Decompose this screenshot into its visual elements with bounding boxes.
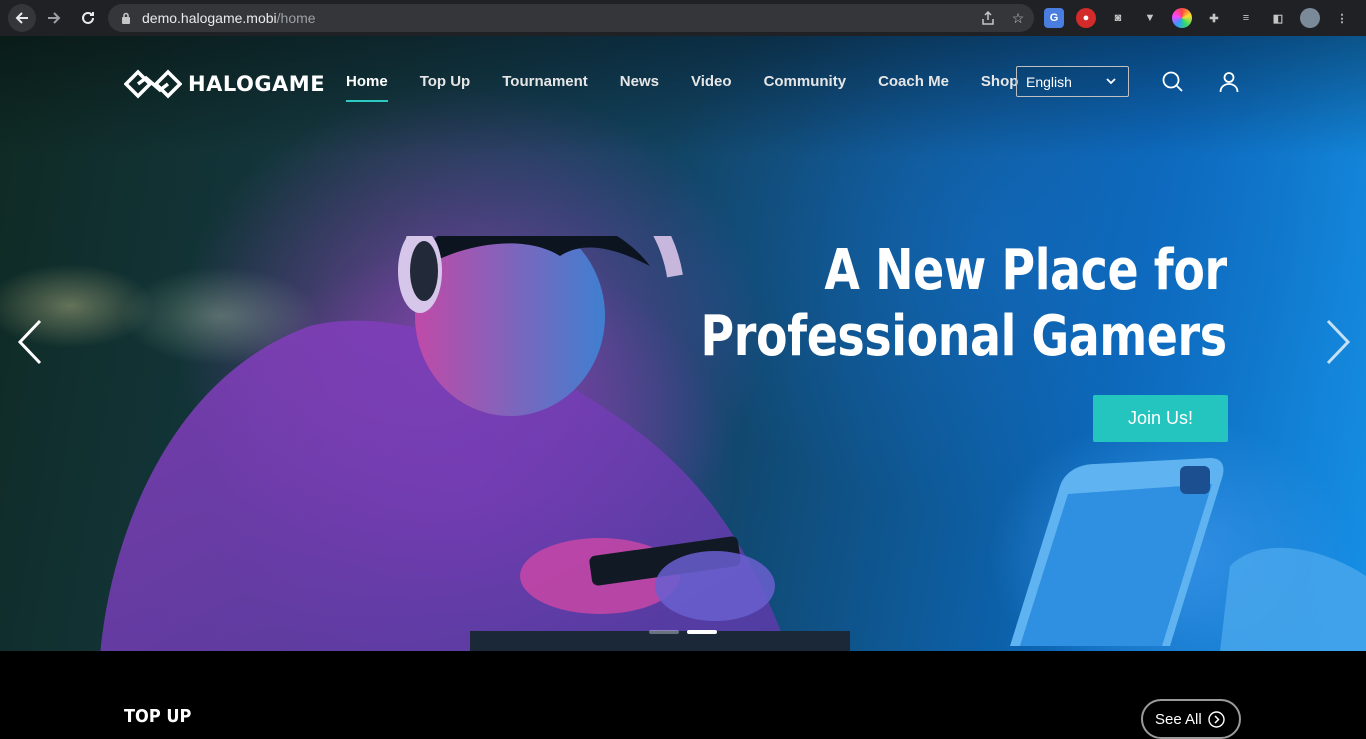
- nav-news[interactable]: News: [604, 72, 675, 102]
- side-panel-icon[interactable]: ◧: [1268, 8, 1288, 28]
- kebab-menu-icon[interactable]: ⋮: [1332, 8, 1352, 28]
- hero-headline-line1: A New Place for: [824, 238, 1228, 303]
- puzzle-icon[interactable]: ✚: [1204, 8, 1224, 28]
- reload-icon[interactable]: [74, 4, 102, 32]
- carousel-dot[interactable]: [649, 630, 679, 634]
- chevron-right-circle-icon: [1208, 710, 1225, 728]
- block-extension-icon[interactable]: ●: [1076, 8, 1096, 28]
- browser-toolbar: demo.halogame.mobi/home ☆ G ● ◙ ▼ ✚ ≡ ◧ …: [0, 0, 1366, 36]
- main-nav: Home Top Up Tournament News Video Commun…: [330, 72, 1034, 102]
- back-icon[interactable]: [8, 4, 36, 32]
- bookmark-star-icon[interactable]: ☆: [1010, 10, 1026, 26]
- carousel-next-icon[interactable]: [1322, 318, 1352, 366]
- translate-extension-icon[interactable]: G: [1044, 8, 1064, 28]
- see-all-label: See All: [1155, 710, 1202, 728]
- forward-icon[interactable]: [40, 4, 68, 32]
- site-logo[interactable]: HALOGAME: [124, 68, 325, 100]
- nav-tournament[interactable]: Tournament: [486, 72, 604, 102]
- user-icon[interactable]: [1217, 70, 1241, 94]
- carousel-prev-icon[interactable]: [16, 318, 46, 366]
- extensions-bar: G ● ◙ ▼ ✚ ≡ ◧ ⋮: [1044, 4, 1352, 32]
- section-title: TOP UP: [124, 706, 192, 727]
- color-extension-icon[interactable]: [1172, 8, 1192, 28]
- carousel-dots: [649, 630, 717, 634]
- see-all-button[interactable]: See All: [1141, 699, 1241, 739]
- profile-avatar[interactable]: [1300, 8, 1320, 28]
- nav-top-up[interactable]: Top Up: [404, 72, 487, 102]
- address-bar[interactable]: demo.halogame.mobi/home ☆: [108, 4, 1034, 32]
- vue-extension-icon[interactable]: ▼: [1140, 8, 1160, 28]
- lock-icon: [120, 11, 132, 25]
- hero-headline: A New Place for Professional Gamers: [700, 238, 1228, 370]
- language-value: English: [1026, 73, 1072, 90]
- media-queue-icon[interactable]: ≡: [1236, 8, 1256, 28]
- join-us-button[interactable]: Join Us!: [1093, 395, 1228, 442]
- logo-mark-icon: [124, 69, 182, 99]
- logo-text: HALOGAME: [188, 72, 326, 96]
- nav-community[interactable]: Community: [748, 72, 863, 102]
- language-select[interactable]: English: [1016, 66, 1129, 97]
- url-text: demo.halogame.mobi/home: [142, 10, 316, 26]
- nav-coach-me[interactable]: Coach Me: [862, 72, 965, 102]
- search-icon[interactable]: [1161, 70, 1185, 94]
- nav-home[interactable]: Home: [330, 72, 404, 102]
- chevron-down-icon: [1106, 78, 1116, 85]
- share-icon[interactable]: [980, 10, 996, 26]
- hero-headline-line2: Professional Gamers: [700, 304, 1228, 369]
- carousel-dot-active[interactable]: [687, 630, 717, 634]
- nav-video[interactable]: Video: [675, 72, 748, 102]
- camera-extension-icon[interactable]: ◙: [1108, 8, 1128, 28]
- tablet-image: [1010, 458, 1366, 651]
